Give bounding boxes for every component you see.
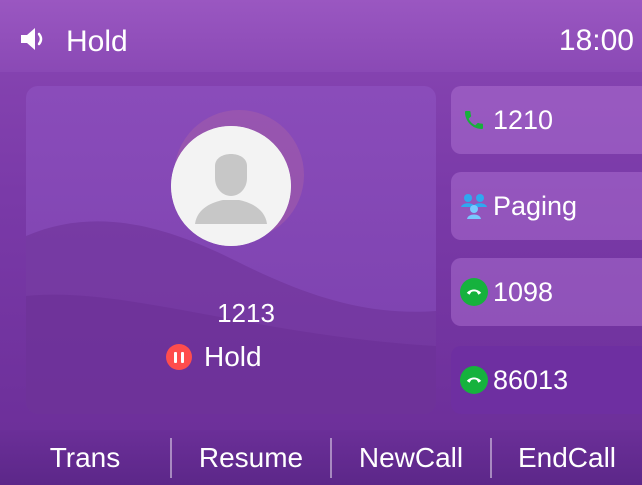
active-call-panel[interactable]: 1213 Hold: [26, 86, 436, 414]
line-key-label: 1210: [493, 104, 554, 135]
line-key-86013[interactable]: 86013: [451, 346, 642, 414]
call-status: Hold: [166, 342, 262, 372]
line-key-1098[interactable]: 1098: [451, 258, 642, 326]
line-key-1210[interactable]: 1210: [451, 86, 642, 154]
speaker-icon: [18, 24, 48, 59]
green-handset-icon: [459, 277, 489, 307]
line-key-paging[interactable]: Paging: [451, 172, 642, 240]
phone-handset-icon: [459, 105, 489, 135]
status-bar: Hold 18:00: [0, 0, 642, 72]
clock-time: 18:00: [558, 24, 634, 57]
paging-group-icon: [459, 191, 489, 221]
green-handset-icon: [459, 365, 489, 395]
pause-badge-icon: [166, 344, 192, 370]
status-title: Hold: [66, 24, 128, 58]
contact-avatar-icon: [171, 126, 291, 246]
line-key-label: 86013: [493, 364, 569, 395]
call-number: 1213: [217, 298, 275, 328]
softkey-trans[interactable]: Trans: [0, 430, 170, 485]
softkey-resume[interactable]: Resume: [172, 430, 330, 485]
status-left: Hold: [18, 24, 128, 59]
line-key-label: 1098: [493, 276, 554, 307]
softkey-newcall[interactable]: NewCall: [332, 430, 490, 485]
line-key-label: Paging: [493, 190, 578, 221]
softkey-endcall[interactable]: EndCall: [492, 430, 642, 485]
softkey-bar: Trans Resume NewCall EndCall: [0, 430, 642, 485]
call-status-label: Hold: [204, 341, 262, 372]
